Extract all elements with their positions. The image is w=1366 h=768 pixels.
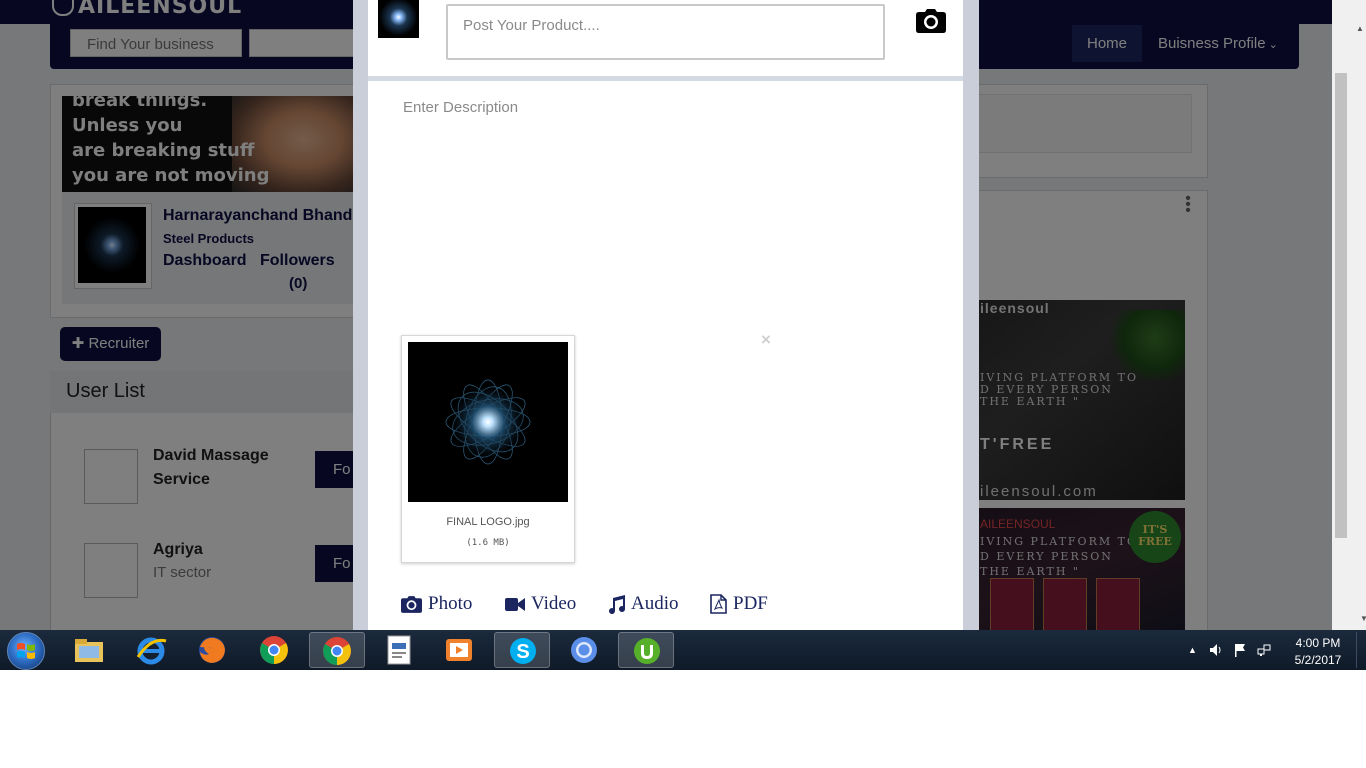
taskbar-chromium[interactable]	[556, 632, 612, 668]
windows-logo-icon	[17, 643, 35, 659]
show-hidden-icons[interactable]: ▲	[1188, 645, 1197, 655]
description-textarea[interactable]: Enter Description	[403, 99, 518, 116]
utorrent-icon	[634, 638, 660, 664]
document-icon	[387, 635, 411, 665]
uploaded-image-thumbnail	[408, 342, 568, 502]
scrollbar-thumb[interactable]	[1335, 73, 1347, 538]
firefox-icon	[199, 637, 225, 663]
attach-video-label: Video	[531, 593, 577, 614]
attach-photo-label: Photo	[428, 593, 473, 614]
modal-user-avatar	[378, 0, 419, 38]
clock-time: 4:00 PM	[1295, 636, 1341, 650]
taskbar-chrome[interactable]	[247, 632, 303, 668]
attach-photo-button[interactable]: Photo	[401, 592, 472, 616]
scroll-down-arrow-icon[interactable]: ▼	[1360, 614, 1366, 623]
scroll-up-arrow-icon[interactable]: ▲	[1356, 24, 1364, 33]
media-player-icon	[446, 639, 472, 661]
camera-icon	[401, 595, 422, 613]
chrome-icon	[260, 636, 288, 664]
folder-icon	[75, 639, 103, 662]
system-clock[interactable]: 4:00 PM 5/2/2017	[1283, 635, 1353, 669]
attach-video-button[interactable]: Video	[505, 592, 576, 616]
chromium-icon	[571, 637, 597, 663]
taskbar-skype[interactable]: S	[494, 632, 550, 668]
taskbar-chrome-active[interactable]	[309, 632, 365, 668]
action-center-flag-icon[interactable]	[1233, 643, 1247, 657]
attach-pdf-button[interactable]: PDF	[710, 592, 768, 616]
taskbar-firefox[interactable]	[185, 632, 241, 668]
network-icon[interactable]	[1257, 643, 1271, 657]
clock-date: 5/2/2017	[1294, 653, 1342, 667]
internet-explorer-icon	[136, 637, 167, 665]
show-desktop-button[interactable]	[1356, 632, 1366, 668]
uploaded-file-size: (1.6 MB)	[466, 538, 510, 548]
pdf-file-icon	[710, 594, 727, 614]
uploaded-file-name: FINAL LOGO.jpg	[446, 516, 530, 528]
attach-pdf-label: PDF	[733, 593, 768, 614]
attach-audio-button[interactable]: Audio	[608, 592, 679, 616]
attach-audio-label: Audio	[631, 593, 679, 614]
remove-file-icon[interactable]: ×	[761, 330, 771, 350]
skype-icon: S	[510, 638, 536, 664]
taskbar-explorer[interactable]	[61, 632, 117, 668]
browser-viewport: AILEENSOUL Find Your business Home Buisn…	[0, 0, 1366, 630]
music-note-icon	[609, 594, 625, 614]
taskbar-internet-explorer[interactable]	[123, 632, 179, 668]
taskbar-document[interactable]	[371, 632, 427, 668]
taskbar-utorrent[interactable]	[618, 632, 674, 668]
camera-icon[interactable]	[916, 9, 946, 33]
post-product-input[interactable]: Post Your Product....	[446, 4, 885, 60]
video-camera-icon	[505, 597, 525, 611]
chrome-icon	[323, 637, 351, 665]
svg-text:S: S	[516, 641, 529, 663]
volume-icon[interactable]	[1209, 643, 1223, 657]
taskbar-media-player[interactable]	[431, 632, 487, 668]
